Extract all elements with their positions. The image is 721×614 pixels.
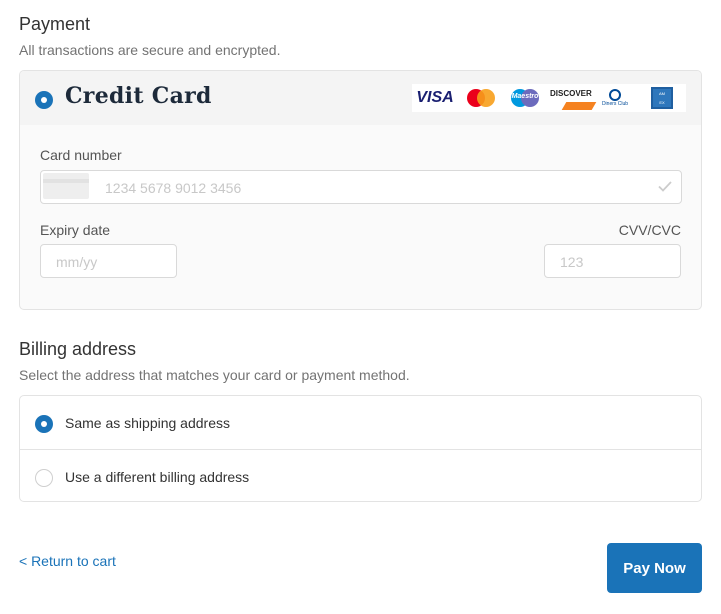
pay-now-button[interactable]: Pay Now [607, 543, 702, 593]
credit-card-radio[interactable] [35, 91, 53, 109]
diners-logo-text: Diners Club [601, 101, 629, 107]
billing-option-label: Use a different billing address [65, 469, 250, 485]
card-number-input[interactable]: 1234 5678 9012 3456 [40, 170, 682, 204]
maestro-logo-icon: Maestro [508, 84, 542, 112]
discover-logo-icon: DISCOVER [550, 84, 597, 112]
expiry-date-input[interactable]: mm/yy [40, 244, 177, 278]
payment-heading: Payment [19, 14, 91, 34]
billing-option-label: Same as shipping address [65, 415, 230, 431]
card-brand-logos: VISA Maestro DISCOVER Diners Club AM EX [412, 84, 686, 112]
same-address-radio[interactable] [35, 415, 53, 433]
visa-logo-icon: VISA [416, 89, 454, 106]
billing-option-different[interactable]: Use a different billing address [20, 449, 701, 502]
billing-options: Same as shipping address Use a different… [19, 395, 702, 502]
different-address-radio[interactable] [35, 469, 53, 487]
card-number-label: Card number [40, 147, 122, 163]
check-icon [658, 181, 672, 192]
expiry-date-label: Expiry date [40, 222, 111, 238]
billing-option-same[interactable]: Same as shipping address [20, 396, 701, 449]
payment-subtitle: All transactions are secure and encrypte… [19, 42, 281, 58]
cvv-placeholder: 123 [560, 254, 584, 270]
credit-card-option[interactable]: Credit Card VISA Maestro DISCOVER Diners… [20, 71, 701, 125]
mastercard-logo-icon [464, 84, 498, 112]
cvv-input[interactable]: 123 [544, 244, 681, 278]
billing-subtitle: Select the address that matches your car… [19, 367, 410, 383]
return-to-cart-link[interactable]: < Return to cart [19, 553, 116, 569]
credit-card-panel: Credit Card VISA Maestro DISCOVER Diners… [19, 70, 702, 310]
expiry-placeholder: mm/yy [56, 254, 98, 270]
card-number-placeholder: 1234 5678 9012 3456 [105, 180, 242, 196]
billing-heading: Billing address [19, 339, 137, 359]
discover-logo-text: DISCOVER [550, 89, 592, 98]
cvv-label: CVV/CVC [618, 222, 681, 238]
card-placeholder-icon [43, 173, 89, 199]
maestro-logo-text: Maestro [511, 93, 539, 100]
diners-club-logo-icon: Diners Club [598, 84, 632, 112]
amex-logo-icon: AM EX [650, 84, 674, 112]
credit-card-label: Credit Card [65, 83, 212, 109]
